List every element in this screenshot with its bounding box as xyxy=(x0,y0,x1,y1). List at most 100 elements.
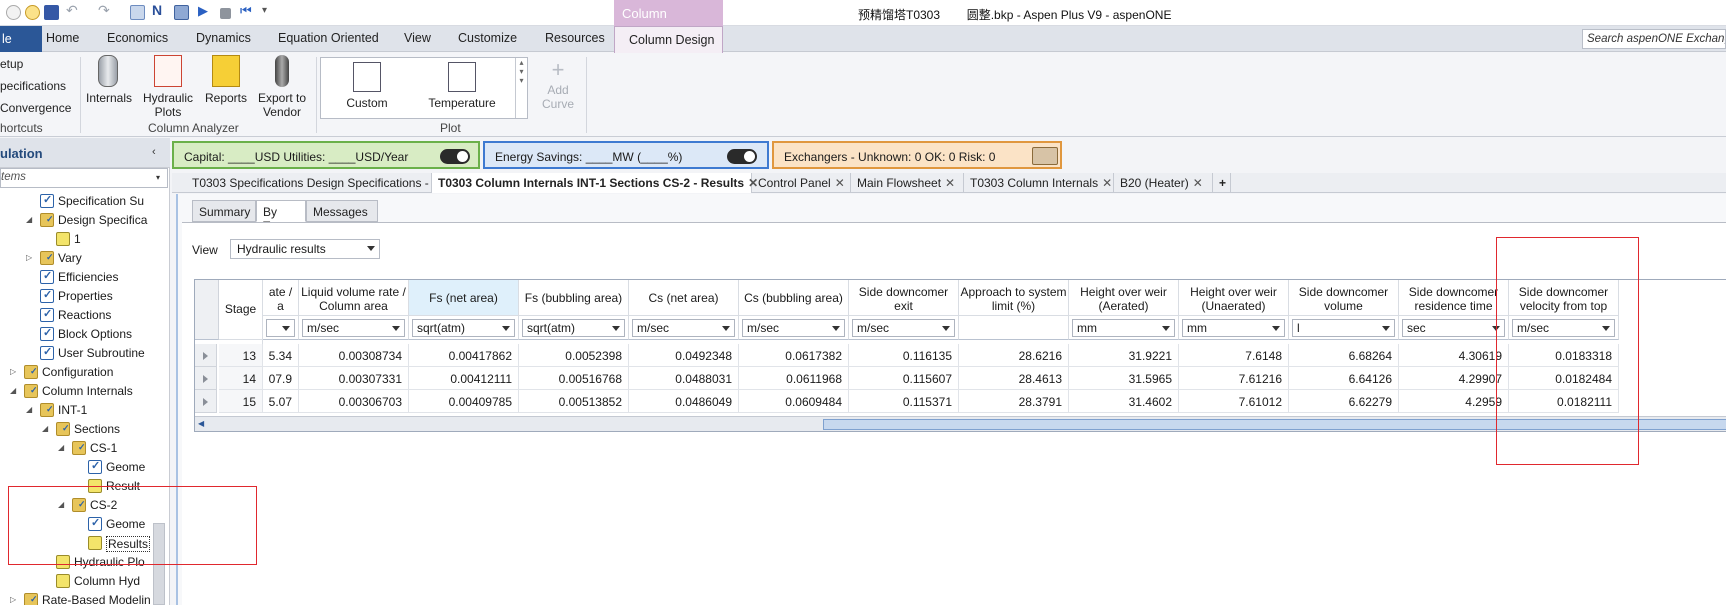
table-cell[interactable]: 5.07 xyxy=(263,390,299,413)
tab-economics[interactable]: Economics xyxy=(107,31,168,45)
new-icon[interactable] xyxy=(25,5,40,20)
gallery-scroll[interactable]: ▴ ▾ ▾ xyxy=(515,58,527,118)
row-selector[interactable] xyxy=(195,390,217,413)
expand-arrow-icon[interactable]: ▷ xyxy=(10,367,20,376)
table-cell[interactable]: 0.00513852 xyxy=(519,390,629,413)
unit-select[interactable]: sqrt(atm) xyxy=(522,319,625,337)
internals-button[interactable]: Internals xyxy=(86,55,132,105)
column-header[interactable]: Liquid volume rate / Column area xyxy=(299,280,409,316)
close-icon[interactable]: ✕ xyxy=(1193,176,1203,190)
close-icon[interactable]: ✕ xyxy=(1102,176,1112,190)
close-icon[interactable]: ✕ xyxy=(945,176,955,190)
collapse-arrow-icon[interactable]: ◢ xyxy=(10,386,20,395)
tree-item[interactable]: ▷ Vary xyxy=(0,249,152,267)
tree-item[interactable]: ◢ Design Specifica xyxy=(0,211,152,229)
column-header[interactable]: Side downcomer volume xyxy=(1289,280,1399,316)
tree-item[interactable]: 1 xyxy=(0,230,152,248)
table-cell[interactable]: 0.115607 xyxy=(849,367,959,390)
table-cell[interactable]: 0.00516768 xyxy=(519,367,629,390)
select-all-corner[interactable] xyxy=(195,280,219,340)
close-icon[interactable]: ✕ xyxy=(835,176,845,190)
tree-item[interactable]: Geome xyxy=(0,458,152,476)
nav-setup[interactable]: etup xyxy=(0,57,23,71)
table-cell[interactable]: 0.0486049 xyxy=(629,390,739,413)
unit-select[interactable] xyxy=(266,319,295,337)
table-cell[interactable]: 0.0052398 xyxy=(519,344,629,367)
subtab-summary[interactable]: Summary xyxy=(192,200,256,222)
add-curve-button[interactable]: + Add Curve xyxy=(534,57,582,111)
row-selector[interactable] xyxy=(195,344,217,367)
table-cell[interactable]: 0.0611968 xyxy=(739,367,849,390)
tab-home[interactable]: Home xyxy=(46,31,79,45)
table-cell[interactable]: 4.30619 xyxy=(1399,344,1509,367)
column-header[interactable]: Side downcomer residence time xyxy=(1399,280,1509,316)
doc-tab-control-panel[interactable]: Control Panel ✕ xyxy=(752,173,851,193)
collapse-arrow-icon[interactable]: ◢ xyxy=(26,405,36,414)
table-cell[interactable]: 4.2959 xyxy=(1399,390,1509,413)
navigation-filter[interactable]: tems xyxy=(0,168,168,188)
table-cell[interactable]: 4.29907 xyxy=(1399,367,1509,390)
table-cell[interactable]: 7.61012 xyxy=(1179,390,1289,413)
tab-customize[interactable]: Customize xyxy=(458,31,517,45)
tab-dynamics[interactable]: Dynamics xyxy=(196,31,251,45)
table-cell[interactable]: 0.115371 xyxy=(849,390,959,413)
control-panel-icon[interactable] xyxy=(174,5,189,20)
collapse-pane-icon[interactable]: ‹ xyxy=(152,146,156,158)
nav-specifications[interactable]: pecifications xyxy=(0,79,66,93)
table-cell[interactable]: 6.68264 xyxy=(1289,344,1399,367)
table-cell[interactable]: 31.5965 xyxy=(1069,367,1179,390)
table-cell[interactable]: 0.0492348 xyxy=(629,344,739,367)
plot-gallery[interactable]: Custom Temperature ▴ ▾ ▾ xyxy=(320,57,528,119)
column-header[interactable]: Height over weir (Unaerated) xyxy=(1179,280,1289,316)
temperature-plot-button[interactable]: Temperature xyxy=(421,62,503,110)
collapse-arrow-icon[interactable]: ◢ xyxy=(42,424,52,433)
table-cell[interactable]: 0.00412111 xyxy=(409,367,519,390)
subtab-messages[interactable]: Messages xyxy=(306,200,378,222)
table-cell[interactable]: 31.4602 xyxy=(1069,390,1179,413)
filter-dropdown-icon[interactable]: ▾ xyxy=(156,173,160,182)
table-cell[interactable]: 0.00417862 xyxy=(409,344,519,367)
row-selector[interactable] xyxy=(195,367,217,390)
doc-tab-cs2-results[interactable]: T0303 Column Internals INT-1 Sections CS… xyxy=(432,173,758,193)
stage-cell[interactable]: 13 xyxy=(219,344,263,367)
custom-plot-button[interactable]: Custom xyxy=(331,62,403,110)
unit-select[interactable]: l xyxy=(1292,319,1395,337)
table-cell[interactable]: 28.4613 xyxy=(959,367,1069,390)
doc-tab-column-internals[interactable]: T0303 Column Internals ✕ xyxy=(964,173,1114,193)
tree-item[interactable]: ◢ CS-1 xyxy=(0,439,152,457)
unit-select[interactable]: m/sec xyxy=(742,319,845,337)
tab-resources[interactable]: Resources xyxy=(545,31,605,45)
hydraulic-plots-button[interactable]: Hydraulic Plots xyxy=(138,55,198,119)
table-cell[interactable]: 0.00307331 xyxy=(299,367,409,390)
table-cell[interactable]: 28.3791 xyxy=(959,390,1069,413)
tree-item[interactable]: Specification Su xyxy=(0,192,152,210)
nav-convergence[interactable]: Convergence xyxy=(0,101,71,115)
doc-tab-main-flowsheet[interactable]: Main Flowsheet ✕ xyxy=(851,173,964,193)
table-cell[interactable]: 0.0488031 xyxy=(629,367,739,390)
new-tab-plus-icon[interactable]: + xyxy=(1213,173,1231,193)
column-header[interactable]: Height over weir (Aerated) xyxy=(1069,280,1179,316)
unit-select[interactable]: m/sec xyxy=(852,319,955,337)
qat-dropdown-icon[interactable]: ▾ xyxy=(262,5,277,20)
tab-equation-oriented[interactable]: Equation Oriented xyxy=(278,31,379,45)
doc-tab-b20-heater[interactable]: B20 (Heater) ✕ xyxy=(1114,173,1213,193)
table-cell[interactable]: 31.9221 xyxy=(1069,344,1179,367)
table-cell[interactable]: 0.00308734 xyxy=(299,344,409,367)
stop-icon[interactable] xyxy=(220,8,231,19)
column-header[interactable]: Cs (net area) xyxy=(629,280,739,316)
tree-item[interactable]: ◢ INT-1 xyxy=(0,401,152,419)
export-to-vendor-button[interactable]: Export to Vendor xyxy=(254,55,310,119)
table-cell[interactable]: 7.61216 xyxy=(1179,367,1289,390)
reports-button[interactable]: Reports xyxy=(204,55,248,105)
table-cell[interactable]: 0.0617382 xyxy=(739,344,849,367)
table-cell[interactable]: 0.00306703 xyxy=(299,390,409,413)
capital-toggle[interactable] xyxy=(440,149,470,164)
expand-arrow-icon[interactable]: ▷ xyxy=(10,595,20,604)
energy-toggle[interactable] xyxy=(727,149,757,164)
table-cell[interactable]: 0.0609484 xyxy=(739,390,849,413)
doc-tab-design-spec[interactable]: T0303 Specifications Design Specificatio… xyxy=(186,173,453,193)
unit-select[interactable]: sec xyxy=(1402,319,1505,337)
tree-item[interactable]: ▷ Rate-Based Modelin xyxy=(0,591,152,605)
unit-select[interactable]: m/sec xyxy=(632,319,735,337)
subtab-by-tray[interactable]: By Tray xyxy=(256,200,306,233)
